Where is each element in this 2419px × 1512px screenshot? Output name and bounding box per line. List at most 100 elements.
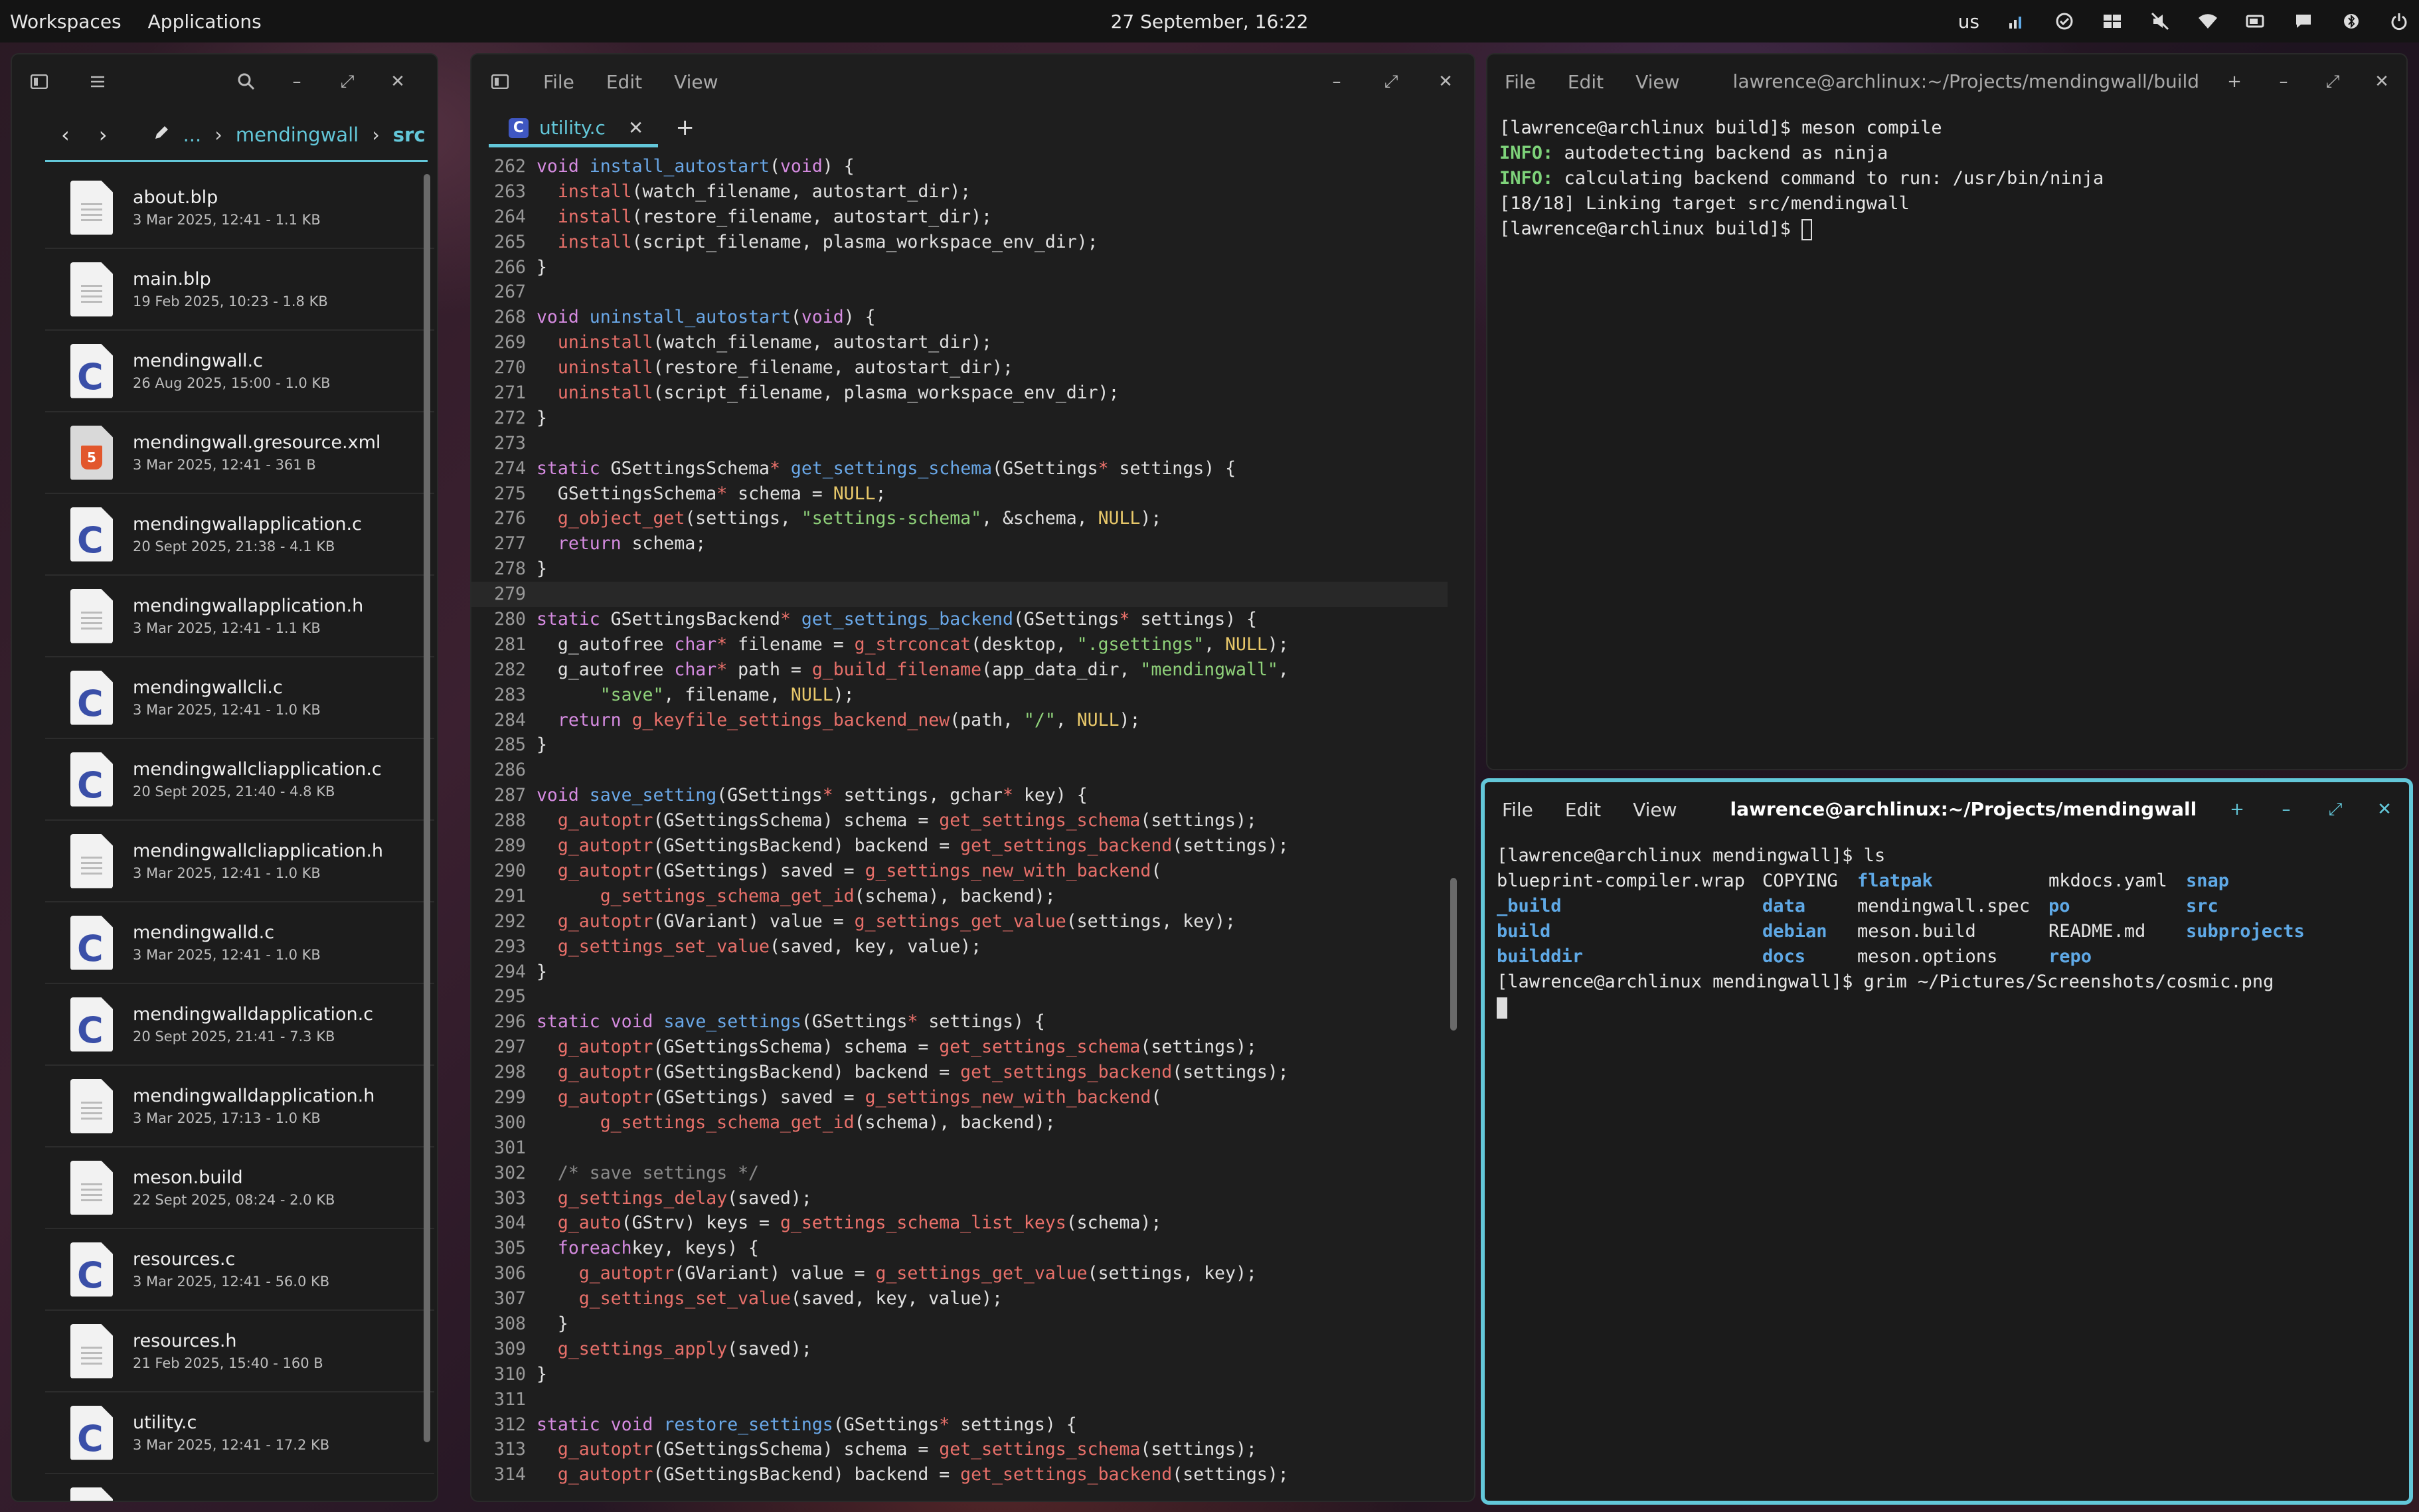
code-line[interactable]: 303 g_settings_delay(saved); (471, 1186, 1448, 1211)
file-list-item[interactable]: resources.h 21 Feb 2025, 15:40 - 160 B (45, 1311, 434, 1392)
code-line[interactable]: 276 g_object_get(settings, "settings-sch… (471, 506, 1448, 531)
breadcrumb-current[interactable]: src (393, 124, 426, 146)
code-line[interactable]: 288 g_autoptr(GSettingsSchema) schema = … (471, 808, 1448, 833)
code-line[interactable]: 297 g_autoptr(GSettingsSchema) schema = … (471, 1035, 1448, 1060)
maximize-icon[interactable]: ⤢ (1380, 70, 1402, 93)
file-list-item[interactable]: Cmendingwallcli.c 3 Mar 2025, 12:41 - 1.0… (45, 657, 434, 739)
battery-icon[interactable] (2245, 11, 2266, 32)
code-line[interactable]: 311 (471, 1387, 1448, 1412)
code-line[interactable]: 275 GSettingsSchema* schema = NULL; (471, 481, 1448, 507)
file-list-item[interactable]: mendingwallapplication.h 3 Mar 2025, 12:4… (45, 576, 434, 657)
menu-file[interactable]: File (1505, 71, 1536, 93)
minimize-icon[interactable]: – (2275, 798, 2297, 821)
code-line[interactable]: 290 g_autoptr(GSettings) saved = g_setti… (471, 859, 1448, 884)
code-line[interactable]: 304 g_auto(GStrv) keys = g_settings_sche… (471, 1211, 1448, 1236)
code-line[interactable]: 314 g_autoptr(GSettingsBackend) backend … (471, 1462, 1448, 1487)
code-line[interactable]: 301 (471, 1135, 1448, 1161)
check-circle-icon[interactable] (2054, 11, 2075, 32)
code-line[interactable]: 282 g_autofree char* path = g_build_file… (471, 657, 1448, 683)
close-icon[interactable]: ✕ (2371, 70, 2393, 93)
code-line[interactable]: 265 install(script_filename, plasma_work… (471, 230, 1448, 255)
terminal-output[interactable]: [lawrence@archlinux build]$ meson compil… (1487, 109, 2406, 242)
code-line[interactable]: 296 static void save_settings(GSettings*… (471, 1009, 1448, 1035)
minimize-icon[interactable]: – (1325, 70, 1348, 93)
file-list-item[interactable]: Cmendingwall.c 26 Aug 2025, 15:00 - 1.0 K… (45, 331, 434, 412)
code-line[interactable]: 274 static GSettingsSchema* get_settings… (471, 456, 1448, 481)
code-line[interactable]: 284 return g_keyfile_settings_backend_ne… (471, 708, 1448, 733)
code-line[interactable]: 293 g_settings_set_value(saved, key, val… (471, 934, 1448, 960)
hamburger-menu-icon[interactable] (86, 70, 109, 93)
code-line[interactable]: 302 /* save settings */ (471, 1161, 1448, 1186)
new-tab-icon[interactable]: + (2226, 798, 2248, 821)
code-view[interactable]: 262 void install_autostart(void) {263 in… (471, 154, 1448, 1501)
code-line[interactable]: 310 } (471, 1362, 1448, 1387)
code-line[interactable]: 312 static void restore_settings(GSettin… (471, 1412, 1448, 1438)
code-line[interactable]: 286 (471, 758, 1448, 783)
keyboard-layout[interactable]: us (1958, 11, 1979, 33)
code-line[interactable]: 307 g_settings_set_value(saved, key, val… (471, 1286, 1448, 1311)
code-line[interactable]: 313 g_autoptr(GSettingsSchema) schema = … (471, 1437, 1448, 1462)
code-line[interactable]: 280 static GSettingsBackend* get_setting… (471, 607, 1448, 632)
applications-button[interactable]: Applications (148, 11, 262, 33)
maximize-icon[interactable]: ⤢ (2324, 798, 2347, 821)
menu-edit[interactable]: Edit (1568, 71, 1604, 93)
code-line[interactable]: 287 void save_setting(GSettings* setting… (471, 783, 1448, 808)
code-line[interactable]: 264 install(restore_filename, autostart_… (471, 205, 1448, 230)
wifi-icon[interactable] (2197, 11, 2218, 32)
back-icon[interactable]: ‹ (61, 122, 70, 147)
menu-edit[interactable]: Edit (1565, 799, 1601, 821)
edit-path-icon[interactable] (153, 124, 170, 146)
code-line[interactable]: 291 g_settings_schema_get_id(schema), ba… (471, 884, 1448, 909)
new-tab-icon[interactable]: + (2223, 70, 2246, 93)
minimize-icon[interactable]: – (2272, 70, 2295, 93)
file-list-item[interactable]: about.blp 3 Mar 2025, 12:41 - 1.1 KB (45, 167, 434, 249)
file-list-item[interactable]: Cmendingwallcliapplication.c 20 Sept 2025… (45, 739, 434, 821)
sidebar-toggle-icon[interactable] (489, 70, 511, 93)
code-line[interactable]: 279 (471, 582, 1448, 608)
code-line[interactable]: 269 uninstall(watch_filename, autostart_… (471, 330, 1448, 355)
menu-edit[interactable]: Edit (606, 71, 642, 93)
code-line[interactable]: 305 foreachkey, keys) { (471, 1236, 1448, 1261)
tab-utility-c[interactable]: C utility.c ✕ (489, 112, 659, 147)
terminal-output[interactable]: [lawrence@archlinux mendingwall]$ ls blu… (1485, 837, 2409, 1020)
code-line[interactable]: 295 (471, 984, 1448, 1009)
mute-icon[interactable] (2149, 11, 2171, 32)
file-list-item[interactable]: Cmendingwallapplication.c 20 Sept 2025, 2… (45, 494, 434, 576)
code-line[interactable]: 268 void uninstall_autostart(void) { (471, 305, 1448, 330)
code-line[interactable]: 300 g_settings_schema_get_id(schema), ba… (471, 1110, 1448, 1135)
workspaces-button[interactable]: Workspaces (10, 11, 122, 33)
menu-view[interactable]: View (1635, 71, 1679, 93)
tab-close-icon[interactable]: ✕ (628, 117, 643, 139)
code-line[interactable]: 266 } (471, 255, 1448, 280)
code-line[interactable]: 272 } (471, 406, 1448, 431)
code-line[interactable]: 283 "save", filename, NULL); (471, 683, 1448, 708)
file-list-item[interactable]: meson.build 22 Sept 2025, 08:24 - 2.0 KB (45, 1147, 434, 1229)
code-line[interactable]: 277 return schema; (471, 531, 1448, 556)
editor-scrollbar[interactable] (1450, 878, 1457, 1031)
maximize-icon[interactable]: ⤢ (2321, 70, 2344, 93)
close-icon[interactable]: ✕ (1434, 70, 1457, 93)
code-line[interactable]: 306 g_autoptr(GVariant) value = g_settin… (471, 1261, 1448, 1286)
code-line[interactable]: 299 g_autoptr(GSettings) saved = g_setti… (471, 1085, 1448, 1110)
clock[interactable]: 27 September, 16:22 (1111, 11, 1309, 33)
bluetooth-icon[interactable] (2341, 11, 2362, 32)
chat-icon[interactable] (2293, 11, 2314, 32)
code-line[interactable]: 273 (471, 431, 1448, 456)
new-tab-button[interactable]: + (675, 114, 695, 147)
file-list-scrollbar[interactable] (424, 174, 430, 1442)
code-line[interactable]: 271 uninstall(script_filename, plasma_wo… (471, 380, 1448, 406)
maximize-icon[interactable]: ⤢ (336, 70, 359, 93)
file-list-item[interactable]: Cresources.c 3 Mar 2025, 12:41 - 56.0 KB (45, 1229, 434, 1311)
close-icon[interactable]: ✕ (386, 70, 409, 93)
file-list-item[interactable]: Cmendingwalld.c 3 Mar 2025, 12:41 - 1.0 K… (45, 902, 434, 984)
code-line[interactable]: 309 g_settings_apply(saved); (471, 1337, 1448, 1362)
code-line[interactable]: 294 } (471, 960, 1448, 985)
code-line[interactable]: 289 g_autoptr(GSettingsBackend) backend … (471, 833, 1448, 859)
code-line[interactable]: 278 } (471, 556, 1448, 582)
menu-view[interactable]: View (1633, 799, 1677, 821)
menu-view[interactable]: View (674, 71, 718, 93)
forward-icon[interactable]: › (99, 122, 108, 147)
file-list-item[interactable]: 5 mendingwall.gresource.xml 3 Mar 2025, 12… (45, 412, 434, 494)
file-list-item[interactable]: Cutility.c 3 Mar 2025, 12:41 - 17.2 KB (45, 1392, 434, 1474)
menu-file[interactable]: File (543, 71, 574, 93)
